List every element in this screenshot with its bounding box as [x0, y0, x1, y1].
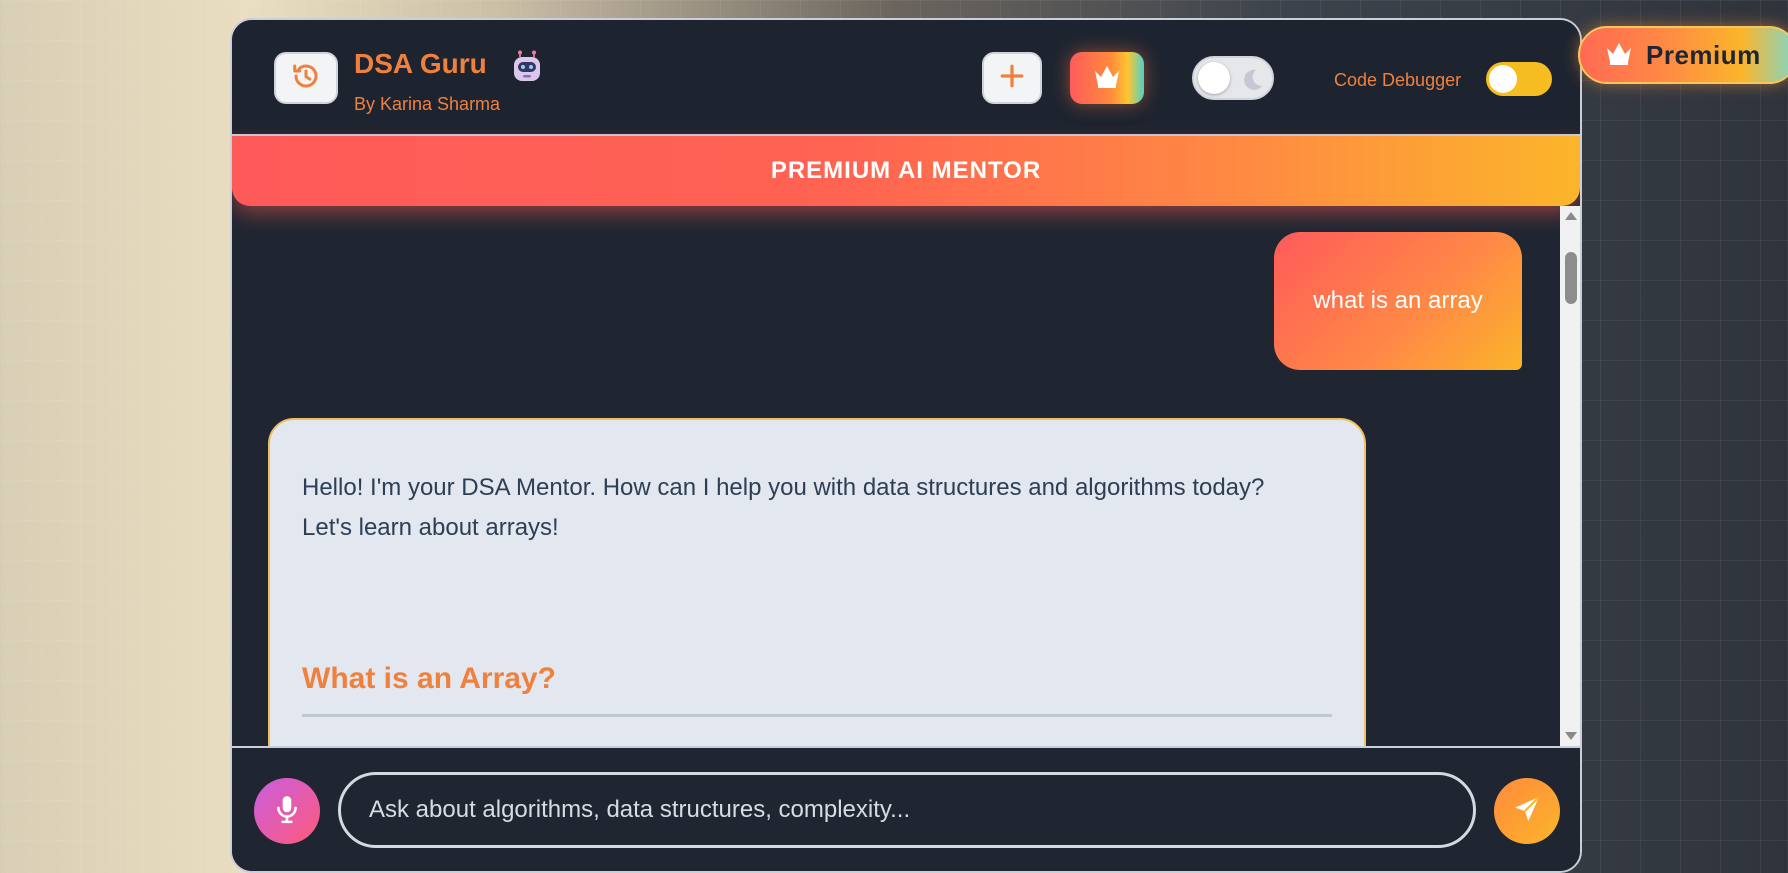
plus-icon	[999, 63, 1025, 94]
header: DSA Guru By Karina Sharma Code Debugger	[232, 20, 1580, 136]
app-title: DSA Guru	[354, 48, 487, 79]
moon-icon	[1238, 66, 1266, 94]
scroll-up-arrow-icon[interactable]	[1565, 212, 1577, 220]
microphone-icon	[274, 794, 300, 829]
bot-message-text: Hello! I'm your DSA Mentor. How can I he…	[302, 468, 1332, 548]
bot-message-line: Hello! I'm your DSA Mentor. How can I he…	[302, 474, 1265, 501]
premium-badge-label: Premium	[1646, 39, 1761, 70]
robot-icon	[510, 50, 544, 84]
premium-button[interactable]	[1070, 52, 1144, 104]
heading-divider	[302, 714, 1332, 717]
premium-badge[interactable]: Premium	[1578, 26, 1788, 84]
theme-toggle-knob	[1198, 62, 1230, 94]
code-debugger-toggle-knob	[1489, 65, 1517, 93]
code-debugger-toggle[interactable]	[1486, 62, 1552, 96]
chat-scrollbar[interactable]	[1560, 206, 1580, 746]
app-subtitle: By Karina Sharma	[354, 94, 501, 114]
bot-message-heading: What is an Array?	[302, 662, 556, 695]
new-chat-button[interactable]	[982, 52, 1042, 104]
send-icon	[1511, 793, 1543, 830]
input-bar	[232, 746, 1580, 871]
code-debugger-label: Code Debugger	[1334, 70, 1462, 90]
bot-message-line: Let's learn about arrays!	[302, 514, 559, 541]
microphone-button[interactable]	[254, 778, 320, 844]
scrollbar-thumb[interactable]	[1565, 252, 1577, 304]
chat-messages: what is an array Hello! I'm your DSA Men…	[232, 206, 1562, 746]
theme-toggle[interactable]	[1192, 56, 1274, 100]
message-input[interactable]	[338, 772, 1476, 848]
history-button[interactable]	[274, 52, 338, 104]
chat-window: DSA Guru By Karina Sharma Code Debugger …	[230, 18, 1582, 873]
crown-icon	[1604, 40, 1634, 71]
user-message-bubble: what is an array	[1274, 232, 1522, 370]
crown-icon	[1092, 63, 1122, 94]
history-icon	[291, 61, 321, 96]
bot-message-bubble: Hello! I'm your DSA Mentor. How can I he…	[268, 418, 1366, 746]
premium-banner: PREMIUM AI MENTOR	[232, 136, 1580, 206]
scroll-down-arrow-icon[interactable]	[1565, 732, 1577, 740]
send-button[interactable]	[1494, 778, 1560, 844]
